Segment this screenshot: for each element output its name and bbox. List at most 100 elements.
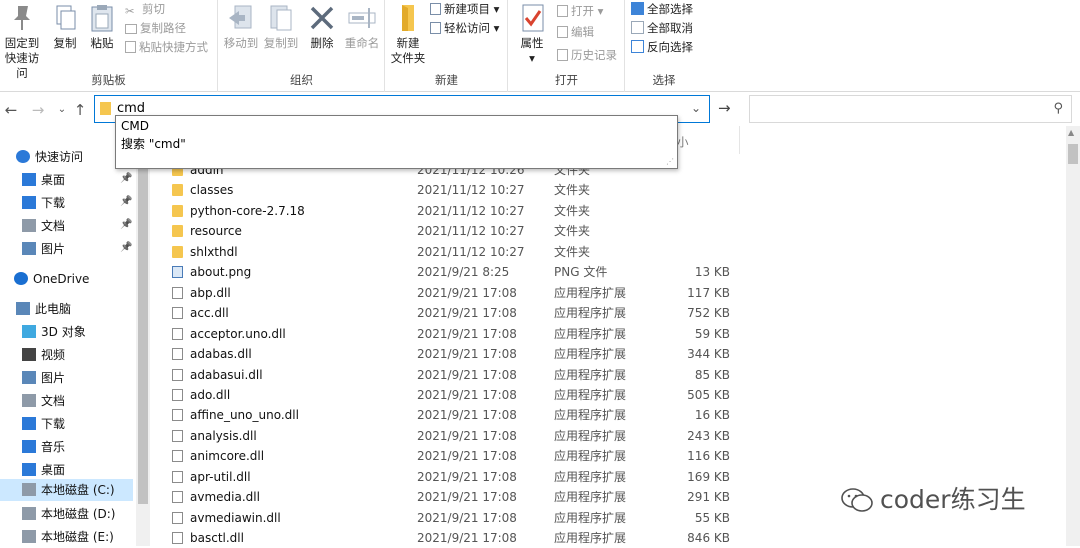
new-folder-label-2: 文件夹 [390, 51, 426, 65]
file-row[interactable]: resource 2021/11/12 10:27 文件夹 [150, 221, 1060, 241]
sidebar-item[interactable]: 下载 [22, 192, 65, 214]
resize-grip-icon[interactable]: ⋰ [666, 157, 674, 166]
file-list-scrollbar[interactable]: ▲ [1066, 126, 1080, 546]
open-icon [557, 5, 568, 17]
cloud-icon [14, 272, 28, 285]
dll-file-icon [172, 368, 183, 381]
select-all-button[interactable]: 全部选择 [631, 0, 693, 19]
sidebar-item[interactable]: 桌面 [22, 169, 65, 191]
file-date: 2021/9/21 17:08 [417, 510, 517, 525]
new-folder-button[interactable]: 新建 文件夹 [388, 2, 428, 66]
back-arrow-icon[interactable]: ← [3, 101, 19, 119]
pinned-icon[interactable]: 📌 [120, 242, 132, 253]
size-column-header[interactable]: 小 [677, 134, 689, 150]
pinned-icon[interactable]: 📌 [120, 196, 132, 207]
sidebar-item[interactable]: 图片 [22, 367, 65, 389]
sidebar-item[interactable]: OneDrive [14, 268, 89, 290]
sidebar-scrollbar[interactable] [136, 130, 150, 546]
sidebar-item[interactable]: 此电脑 [16, 298, 71, 320]
paste-button[interactable]: 粘贴 [86, 2, 118, 51]
cut-button[interactable]: ✂ 剪切 [125, 0, 165, 19]
file-row[interactable]: adabas.dll 2021/9/21 17:08 应用程序扩展 344 KB [150, 344, 1060, 364]
file-row[interactable]: python-core-2.7.18 2021/11/12 10:27 文件夹 [150, 201, 1060, 221]
sidebar-item[interactable]: 3D 对象 [22, 321, 86, 343]
open-button[interactable]: 打开 ▾ [557, 2, 603, 21]
edit-label: 编辑 [571, 25, 594, 39]
copy-path-button[interactable]: 复制路径 [125, 19, 186, 38]
file-row[interactable]: classes 2021/11/12 10:27 文件夹 [150, 180, 1060, 200]
history-button[interactable]: 历史记录 [557, 46, 617, 65]
file-row[interactable]: adabasui.dll 2021/9/21 17:08 应用程序扩展 85 KB [150, 365, 1060, 385]
up-arrow-icon[interactable]: ↑ [72, 101, 88, 119]
sidebar-item[interactable]: 本地磁盘 (C:) [22, 479, 115, 501]
pin-to-quick-access-button[interactable]: 固定到 快速访问 [0, 2, 44, 81]
sidebar-item-label: 下载 [41, 417, 66, 431]
file-row[interactable]: abp.dll 2021/9/21 17:08 应用程序扩展 117 KB [150, 283, 1060, 303]
file-type: 应用程序扩展 [554, 449, 627, 464]
move-to-button[interactable]: 移动到 [221, 2, 261, 51]
file-row[interactable]: animcore.dll 2021/9/21 17:08 应用程序扩展 116 KB [150, 446, 1060, 466]
sidebar-item[interactable]: 视频 [22, 344, 65, 366]
sidebar-item[interactable]: 音乐 [22, 436, 65, 458]
sidebar-item-label: 桌面 [41, 173, 66, 187]
file-date: 2021/9/21 17:08 [417, 367, 517, 382]
file-row[interactable]: affine_uno_uno.dll 2021/9/21 17:08 应用程序扩展 1… [150, 405, 1060, 425]
pinned-icon[interactable]: 📌 [120, 173, 132, 184]
paste-shortcut-button[interactable]: 粘贴快捷方式 [125, 38, 208, 57]
chevron-down-icon[interactable]: ⌄ [54, 104, 70, 115]
delete-button[interactable]: 删除 [305, 2, 339, 51]
sidebar-item[interactable]: 文档 [22, 215, 65, 237]
folder-icon [172, 204, 183, 217]
file-row[interactable]: basctl.dll 2021/9/21 17:08 应用程序扩展 846 KB [150, 528, 1060, 548]
file-size: 55 KB [694, 510, 730, 525]
easy-access-button[interactable]: 轻松访问 ▾ [430, 19, 499, 38]
pin-icon [14, 6, 30, 30]
dll-file-icon [172, 327, 183, 340]
file-size: 13 KB [694, 265, 730, 280]
file-size: 752 KB [687, 306, 730, 321]
clipboard-icon [91, 5, 113, 32]
forward-arrow-icon[interactable]: → [30, 101, 46, 119]
file-row[interactable]: analysis.dll 2021/9/21 17:08 应用程序扩展 243 KB [150, 426, 1060, 446]
file-list-scroll-thumb[interactable] [1068, 144, 1078, 164]
file-row[interactable]: acceptor.uno.dll 2021/9/21 17:08 应用程序扩展 59 … [150, 324, 1060, 344]
address-dropdown-chevron-icon[interactable]: ⌄ [691, 101, 701, 115]
pinned-icon[interactable]: 📌 [120, 219, 132, 230]
file-type: 文件夹 [554, 244, 591, 259]
new-item-button[interactable]: 新建项目 ▾ [430, 0, 499, 19]
file-row[interactable]: acc.dll 2021/9/21 17:08 应用程序扩展 752 KB [150, 303, 1060, 323]
sidebar-item[interactable]: 本地磁盘 (D:) [22, 503, 115, 525]
autocomplete-item-search[interactable]: 搜索 "cmd" [121, 136, 186, 152]
invert-selection-button[interactable]: 反向选择 [631, 38, 693, 57]
file-date: 2021/9/21 17:08 [417, 285, 517, 300]
edit-button[interactable]: 编辑 [557, 23, 594, 42]
file-row[interactable]: about.png 2021/9/21 8:25 PNG 文件 13 KB [150, 262, 1060, 282]
file-row[interactable]: ado.dll 2021/9/21 17:08 应用程序扩展 505 KB [150, 385, 1060, 405]
sidebar-item[interactable]: 下载 [22, 413, 65, 435]
copy-to-button[interactable]: 复制到 [261, 2, 301, 51]
properties-label: 属性 [520, 36, 544, 50]
sidebar-item-label: 图片 [41, 242, 66, 256]
sidebar-item[interactable]: 本地磁盘 (E:) [22, 526, 114, 548]
search-box[interactable]: ⚲ [749, 95, 1072, 123]
sidebar-item[interactable]: 文档 [22, 390, 65, 412]
file-name: apr-util.dll [190, 469, 251, 484]
sidebar-item[interactable]: 快速访问 [16, 146, 83, 168]
select-none-button[interactable]: 全部取消 [631, 19, 693, 38]
copy-button[interactable]: 复制 [48, 2, 82, 51]
select-none-icon [631, 21, 644, 34]
file-date: 2021/9/21 17:08 [417, 531, 517, 546]
file-row[interactable]: shlxthdl 2021/11/12 10:27 文件夹 [150, 242, 1060, 262]
sidebar-scroll-thumb[interactable] [138, 134, 148, 504]
file-size: 169 KB [687, 469, 730, 484]
dll-file-icon [172, 388, 183, 401]
address-input[interactable]: cmd [117, 101, 145, 116]
scroll-up-icon[interactable]: ▲ [1068, 128, 1074, 137]
sidebar-item[interactable]: 桌面 [22, 459, 65, 481]
autocomplete-item-cmd[interactable]: CMD [121, 118, 149, 134]
properties-button[interactable]: 属性 ▾ [513, 2, 551, 66]
sidebar-item[interactable]: 图片 [22, 238, 65, 260]
scissors-icon: ✂ [125, 4, 135, 18]
go-arrow-icon[interactable]: → [718, 99, 731, 117]
rename-button[interactable]: 重命名 [341, 2, 383, 51]
